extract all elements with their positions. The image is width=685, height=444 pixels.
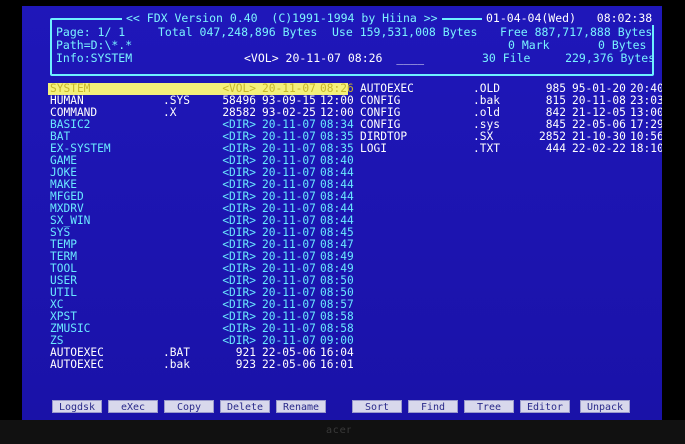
app-title: << FDX Version 0.40 (C)1991-1994 by Hiin… (122, 11, 442, 25)
function-key-bar: Logdsk eXec Copy Delete Rename Sort Find Tree Ed… (52, 400, 652, 414)
fkey-copy[interactable]: Copy (164, 400, 214, 413)
file-row[interactable]: LOGI .TXT 444 22-02-22 18:10 (358, 142, 662, 155)
fkey-rename[interactable]: Rename (276, 400, 326, 413)
file-ext: .X (163, 106, 177, 119)
file-row[interactable]: AUTOEXEC .bak 923 22-05-06 16:01 (48, 358, 354, 371)
used-bytes: Use 159,531,008 Bytes (332, 25, 478, 39)
info: Info:SYSTEM (56, 51, 133, 65)
file-size: 444 (545, 142, 566, 155)
file-ext: .TXT (473, 142, 500, 155)
fkey-unpack[interactable]: Unpack (580, 400, 630, 413)
file-name: LOGI (360, 142, 387, 155)
fkey-sort[interactable]: Sort (352, 400, 402, 413)
header-frame: << FDX Version 0.40 (C)1991-1994 by Hiin… (50, 11, 657, 76)
brand-logo: acer (326, 425, 352, 436)
right-file-list: AUTOEXEC .OLD 985 95-01-20 20:40 CONFIG .bak 81… (358, 83, 662, 155)
fkey-delete[interactable]: Delete (220, 400, 270, 413)
fkey-find[interactable]: Find (408, 400, 458, 413)
file-name: AUTOEXEC (50, 358, 104, 371)
file-date: 22-02-22 (572, 142, 626, 155)
left-file-list: SYSTEM <VOL> 20-11-07 08:26 HUMAN .SYS 58496 93… (48, 83, 354, 371)
file-time: 16:01 (320, 358, 354, 371)
fkey-exec[interactable]: eXec (108, 400, 158, 413)
file-date: 22-05-06 (262, 358, 316, 371)
file-count: 30 File 229,376 Bytes (482, 51, 656, 65)
datetime: 01-04-04(Wed) 08:02:38 (482, 11, 657, 25)
mark-count: 0 Mark 0 Bytes (508, 38, 647, 52)
total-bytes: Total 047,248,896 Bytes (158, 25, 318, 39)
file-size: 923 (235, 358, 256, 371)
volume-info: <VOL> 20-11-07 08:26 ____ (244, 51, 425, 65)
fkey-editor[interactable]: Editor (520, 400, 570, 413)
file-ext: .bak (163, 358, 190, 371)
file-time: 18:10 (630, 142, 662, 155)
fkey-logdsk[interactable]: Logdsk (52, 400, 102, 413)
path: Path=D:\*.* (56, 38, 133, 52)
fdx-screen: << FDX Version 0.40 (C)1991-1994 by Hiin… (22, 6, 662, 420)
page-indicator: Page: 1/ 1 (56, 25, 126, 39)
free-bytes: Free 887,717,888 Bytes (500, 25, 653, 39)
fkey-tree[interactable]: Tree (464, 400, 514, 413)
